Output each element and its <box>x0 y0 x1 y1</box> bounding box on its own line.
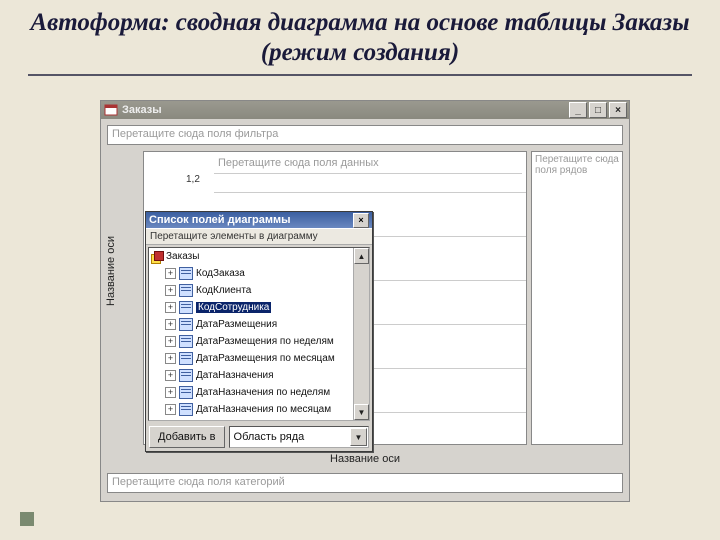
form-icon <box>104 103 118 117</box>
expand-icon[interactable]: + <box>165 353 176 364</box>
field-list-titlebar[interactable]: Список полей диаграммы × <box>146 212 372 228</box>
tree-item-label: КодЗаказа <box>196 268 245 279</box>
field-list-title: Список полей диаграммы <box>149 214 353 226</box>
expand-icon[interactable]: + <box>165 370 176 381</box>
tree-item[interactable]: + ДатаНазначения по месяцам <box>149 401 369 418</box>
tree-item[interactable]: + ДатаРазмещения по месяцам <box>149 350 369 367</box>
tree-item-label: ДатаРазмещения по месяцам <box>196 353 335 364</box>
categories-drop-zone[interactable]: Перетащите сюда поля категорий <box>107 473 623 493</box>
scrollbar[interactable]: ▲ ▼ <box>353 248 369 420</box>
titlebar[interactable]: Заказы _ □ × <box>101 101 629 119</box>
minimize-button[interactable]: _ <box>569 102 587 118</box>
field-list-hint: Перетащите элементы в диаграмму <box>146 228 372 245</box>
field-list-buttons: Добавить в Область ряда <box>146 423 372 451</box>
tree-item-label: КодКлиента <box>196 285 251 296</box>
tree-item[interactable]: + ДатаРазмещения по неделям <box>149 333 369 350</box>
maximize-button[interactable]: □ <box>589 102 607 118</box>
window-title: Заказы <box>122 104 567 116</box>
expand-icon[interactable]: + <box>165 387 176 398</box>
y-tick-label: 1,2 <box>186 174 200 185</box>
y-axis-label: Название оси <box>105 171 117 371</box>
tree-item-label: ДатаРазмещения по неделям <box>196 336 334 347</box>
add-to-button[interactable]: Добавить в <box>149 426 225 448</box>
tree-item[interactable]: + ДатаНазначения по неделям <box>149 384 369 401</box>
data-drop-zone[interactable]: Перетащите сюда поля данных <box>214 156 522 174</box>
expand-icon[interactable]: + <box>165 404 176 415</box>
field-icon <box>179 335 193 348</box>
filter-drop-zone[interactable]: Перетащите сюда поля фильтра <box>107 125 623 145</box>
field-icon <box>179 369 193 382</box>
tree-item[interactable]: + КодСотрудника <box>149 299 369 316</box>
tree-item[interactable]: + КодЗаказа <box>149 265 369 282</box>
field-icon <box>179 267 193 280</box>
cube-icon <box>151 251 163 263</box>
tree-item-label: ДатаРазмещения <box>196 319 277 330</box>
expand-icon[interactable]: + <box>165 268 176 279</box>
scroll-down-icon[interactable]: ▼ <box>354 404 369 420</box>
tree-item-label: ДатаНазначения по месяцам <box>196 404 331 415</box>
field-list-close-icon[interactable]: × <box>353 213 369 228</box>
x-axis-label: Название оси <box>103 453 627 465</box>
tree-item-label: КодСотрудника <box>196 302 271 313</box>
access-window: Заказы _ □ × Перетащите сюда поля фильтр… <box>100 100 630 502</box>
field-list-panel[interactable]: Список полей диаграммы × Перетащите элем… <box>145 211 373 452</box>
tree-root[interactable]: Заказы <box>149 248 369 265</box>
title-rule <box>28 74 692 76</box>
tree-item[interactable]: + ДатаРазмещения <box>149 316 369 333</box>
field-icon <box>179 284 193 297</box>
grid-line <box>214 192 526 193</box>
field-icon <box>179 301 193 314</box>
tree-item-label: ДатаНазначения по неделям <box>196 387 330 398</box>
slide-title: Автоформа: сводная диаграмма на основе т… <box>0 0 720 74</box>
field-tree[interactable]: Заказы + КодЗаказа + КодКлиента + КодСотрудни… <box>148 247 370 421</box>
tree-item[interactable]: + КодКлиента <box>149 282 369 299</box>
slide-decor-square <box>20 512 34 526</box>
field-icon <box>179 403 193 416</box>
tree-item[interactable]: + ДатаНазначения <box>149 367 369 384</box>
field-icon <box>179 352 193 365</box>
field-icon <box>179 386 193 399</box>
tree-root-label: Заказы <box>166 251 199 262</box>
field-icon <box>179 318 193 331</box>
expand-icon[interactable]: + <box>165 319 176 330</box>
scroll-up-icon[interactable]: ▲ <box>354 248 369 264</box>
target-area-combo[interactable]: Область ряда <box>229 426 369 448</box>
rows-drop-zone[interactable]: Перетащите сюда поля рядов <box>531 151 623 445</box>
expand-icon[interactable]: + <box>165 302 176 313</box>
expand-icon[interactable]: + <box>165 336 176 347</box>
client-area: Перетащите сюда поля фильтра Перетащите … <box>103 121 627 499</box>
tree-item-label: ДатаНазначения <box>196 370 274 381</box>
close-button[interactable]: × <box>609 102 627 118</box>
expand-icon[interactable]: + <box>165 285 176 296</box>
